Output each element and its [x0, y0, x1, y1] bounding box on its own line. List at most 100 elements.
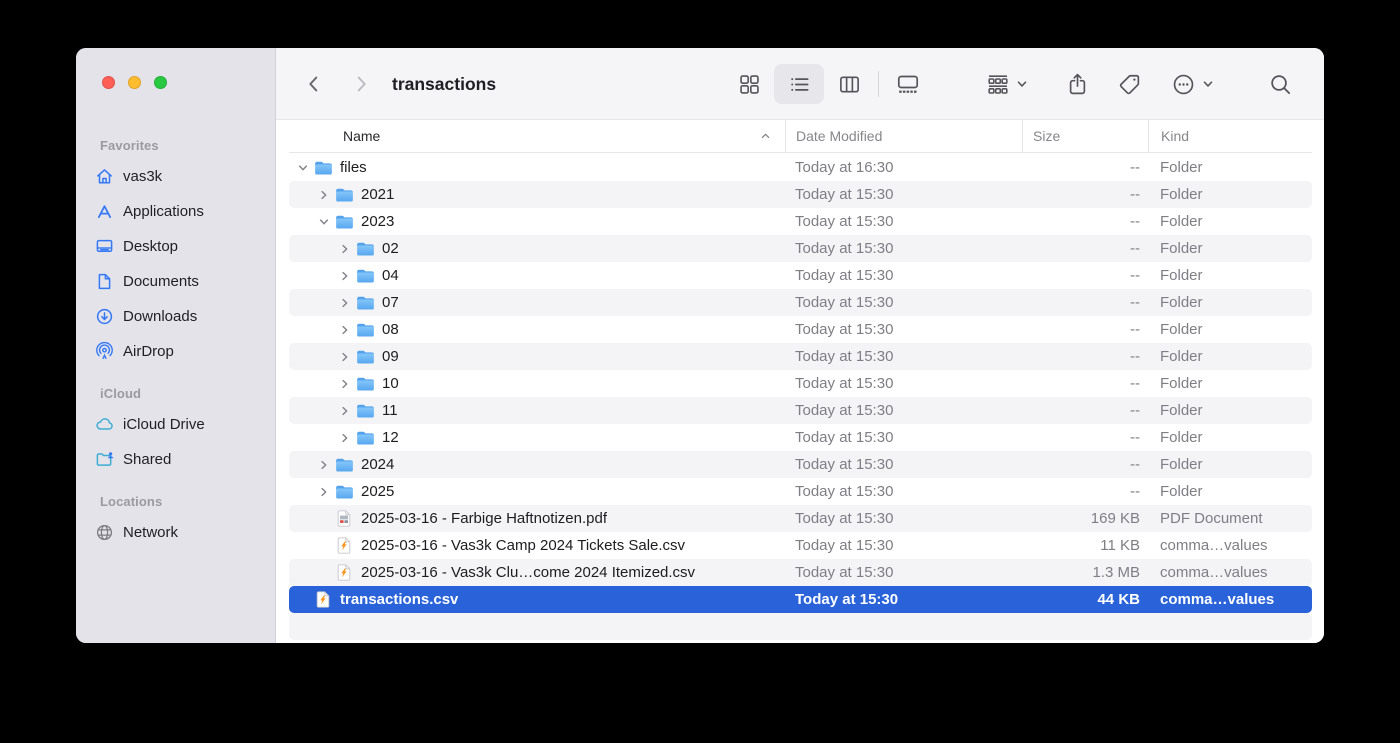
table-row[interactable]: 12 Today at 15:30 -- Folder	[289, 424, 1312, 451]
disclosure-chevron-icon[interactable]	[293, 162, 313, 174]
table-row[interactable]: 04 Today at 15:30 -- Folder	[289, 262, 1312, 289]
folder-icon	[334, 187, 354, 203]
table-row[interactable]: 2024 Today at 15:30 -- Folder	[289, 451, 1312, 478]
sort-ascending-icon	[760, 131, 771, 142]
table-row-selected[interactable]: transactions.csv Today at 15:30 44 KB co…	[289, 586, 1312, 613]
table-row[interactable]: 07 Today at 15:30 -- Folder	[289, 289, 1312, 316]
column-header-kind[interactable]: Kind	[1148, 120, 1312, 152]
column-view-button[interactable]	[824, 64, 874, 104]
date-modified: Today at 15:30	[785, 348, 1022, 365]
disclosure-chevron-icon[interactable]	[314, 216, 334, 228]
table-row[interactable]: 08 Today at 15:30 -- Folder	[289, 316, 1312, 343]
group-by-button[interactable]	[976, 64, 1038, 104]
column-header-name[interactable]: Name	[289, 120, 785, 152]
chevron-right-icon	[350, 73, 372, 95]
file-name: 10	[382, 375, 399, 392]
gallery-view-button[interactable]	[883, 64, 933, 104]
table-row[interactable]: 2023 Today at 15:30 -- Folder	[289, 208, 1312, 235]
sidebar-item-airdrop[interactable]: AirDrop	[84, 334, 267, 368]
table-row[interactable]: 09 Today at 15:30 -- Folder	[289, 343, 1312, 370]
disclosure-chevron-icon[interactable]	[335, 243, 355, 255]
forward-button[interactable]	[346, 68, 376, 100]
sidebar-item-shared[interactable]: Shared	[84, 442, 267, 476]
disclosure-chevron-icon[interactable]	[335, 405, 355, 417]
back-button[interactable]	[299, 68, 329, 100]
sidebar-item-icloud-drive[interactable]: iCloud Drive	[84, 407, 267, 441]
sidebar-item-downloads[interactable]: Downloads	[84, 299, 267, 333]
table-row[interactable]: 2025-03-16 - Vas3k Camp 2024 Tickets Sal…	[289, 532, 1312, 559]
date-modified: Today at 15:30	[785, 267, 1022, 284]
empty-row	[289, 613, 1312, 640]
sidebar-section: iCloud iCloud Drive Shared	[76, 382, 275, 476]
date-modified: Today at 15:30	[785, 321, 1022, 338]
table-row[interactable]: 2021 Today at 15:30 -- Folder	[289, 181, 1312, 208]
column-header-size[interactable]: Size	[1022, 120, 1148, 152]
sidebar-item-network[interactable]: Network	[84, 515, 267, 549]
sidebar-item-label: iCloud Drive	[123, 416, 205, 433]
main-pane: transactions	[276, 48, 1324, 643]
disclosure-chevron-icon[interactable]	[335, 297, 355, 309]
file-size: --	[1022, 375, 1148, 392]
table-row[interactable]: files Today at 16:30 -- Folder	[289, 154, 1312, 181]
disclosure-chevron-icon[interactable]	[314, 189, 334, 201]
icon-view-button[interactable]	[724, 64, 774, 104]
minimize-window-button[interactable]	[128, 76, 141, 89]
list-view-button[interactable]	[774, 64, 824, 104]
sidebar-item-vas3k[interactable]: vas3k	[84, 159, 267, 193]
sidebar-item-documents[interactable]: Documents	[84, 264, 267, 298]
csv-file-icon	[334, 537, 354, 554]
globe-icon	[94, 522, 115, 543]
sidebar-item-label: AirDrop	[123, 343, 174, 360]
group-by-icon	[986, 72, 1010, 96]
table-row[interactable]: 02 Today at 15:30 -- Folder	[289, 235, 1312, 262]
file-size: --	[1022, 456, 1148, 473]
date-modified: Today at 15:30	[785, 402, 1022, 419]
disclosure-chevron-icon[interactable]	[314, 486, 334, 498]
sidebar-section-header: Favorites	[76, 134, 275, 158]
sidebar-item-label: Downloads	[123, 308, 197, 325]
sidebar-item-label: Documents	[123, 273, 199, 290]
sidebar-item-applications[interactable]: Applications	[84, 194, 267, 228]
airdrop-icon	[94, 341, 115, 362]
sidebar-item-label: Shared	[123, 451, 171, 468]
sidebar-item-desktop[interactable]: Desktop	[84, 229, 267, 263]
column-headers: Name Date Modified Size Kind	[289, 120, 1312, 153]
table-row[interactable]: 10 Today at 15:30 -- Folder	[289, 370, 1312, 397]
disclosure-chevron-icon[interactable]	[335, 378, 355, 390]
close-window-button[interactable]	[102, 76, 115, 89]
document-icon	[94, 271, 115, 292]
share-icon	[1065, 72, 1090, 97]
tag-button[interactable]	[1111, 64, 1147, 104]
table-row[interactable]: 2025-03-16 - Farbige Haftnotizen.pdf Tod…	[289, 505, 1312, 532]
disclosure-chevron-icon[interactable]	[314, 459, 334, 471]
view-switcher	[724, 64, 933, 104]
disclosure-chevron-icon[interactable]	[335, 324, 355, 336]
file-size: --	[1022, 186, 1148, 203]
sidebar-section: Favorites vas3k Applications Desktop Doc…	[76, 134, 275, 368]
folder-icon	[355, 241, 375, 257]
date-modified: Today at 15:30	[785, 456, 1022, 473]
table-row[interactable]: 2025 Today at 15:30 -- Folder	[289, 478, 1312, 505]
file-size: 11 KB	[1022, 537, 1148, 554]
disclosure-chevron-icon[interactable]	[335, 432, 355, 444]
table-row[interactable]: 2025-03-16 - Vas3k Clu…come 2024 Itemize…	[289, 559, 1312, 586]
folder-icon	[334, 457, 354, 473]
file-name: 08	[382, 321, 399, 338]
search-button[interactable]	[1260, 64, 1300, 104]
table-row[interactable]: 11 Today at 15:30 -- Folder	[289, 397, 1312, 424]
folder-icon	[355, 403, 375, 419]
chevron-left-icon	[303, 73, 325, 95]
date-modified: Today at 15:30	[785, 429, 1022, 446]
zoom-window-button[interactable]	[154, 76, 167, 89]
desktop-icon	[94, 236, 115, 257]
disclosure-chevron-icon[interactable]	[335, 351, 355, 363]
share-button[interactable]	[1059, 64, 1095, 104]
more-options-button[interactable]	[1162, 64, 1224, 104]
folder-icon	[334, 214, 354, 230]
date-modified: Today at 15:30	[785, 186, 1022, 203]
disclosure-chevron-icon[interactable]	[335, 270, 355, 282]
window-title: transactions	[392, 48, 496, 120]
column-header-date-modified[interactable]: Date Modified	[785, 120, 1022, 152]
file-name: 2025-03-16 - Farbige Haftnotizen.pdf	[361, 510, 607, 527]
file-kind: comma…values	[1148, 564, 1312, 581]
